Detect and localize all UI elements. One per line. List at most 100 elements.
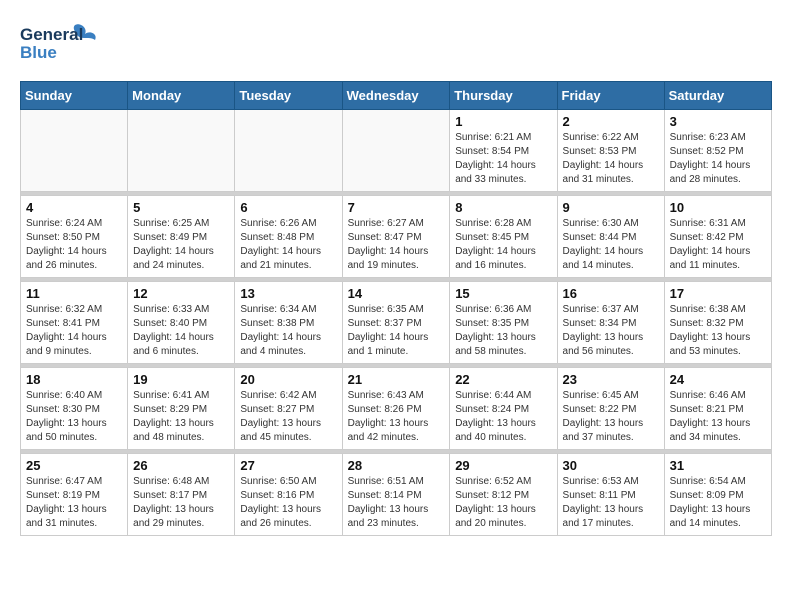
day-info: Sunrise: 6:35 AM Sunset: 8:37 PM Dayligh… — [348, 303, 445, 359]
day-info: Sunrise: 6:45 AM Sunset: 8:22 PM Dayligh… — [563, 389, 659, 445]
day-number: 4 — [26, 200, 122, 215]
day-info: Sunrise: 6:54 AM Sunset: 8:09 PM Dayligh… — [670, 475, 766, 531]
day-number: 3 — [670, 114, 766, 129]
calendar-cell: 6 Sunrise: 6:26 AM Sunset: 8:48 PM Daylig… — [235, 196, 342, 278]
day-info: Sunrise: 6:52 AM Sunset: 8:12 PM Dayligh… — [455, 475, 551, 531]
calendar-cell: 19Sunrise: 6:41 AM Sunset: 8:29 PM Dayli… — [128, 368, 235, 450]
week-row-4: 18 Sunrise: 6:40 AM Sunset: 8:30 PM Dayli… — [21, 368, 772, 450]
day-number: 21 — [348, 372, 445, 387]
logo-svg: GeneralBlue — [20, 20, 100, 65]
calendar-cell: 16 Sunrise: 6:37 AM Sunset: 8:34 PM Dayli… — [557, 282, 664, 364]
day-info: Sunrise: 6:53 AM Sunset: 8:11 PM Dayligh… — [563, 475, 659, 531]
day-info: Sunrise: 6:22 AM Sunset: 8:53 PM Dayligh… — [563, 131, 659, 187]
calendar-cell: 3 Sunrise: 6:23 AM Sunset: 8:52 PM Daylig… — [664, 110, 771, 192]
calendar-cell — [21, 110, 128, 192]
calendar-cell: 15 Sunrise: 6:36 AM Sunset: 8:35 PM Dayli… — [450, 282, 557, 364]
day-number: 12 — [133, 286, 229, 301]
day-number: 15 — [455, 286, 551, 301]
calendar-cell: 4 Sunrise: 6:24 AM Sunset: 8:50 PM Daylig… — [21, 196, 128, 278]
calendar-cell: 5 Sunrise: 6:25 AM Sunset: 8:49 PM Daylig… — [128, 196, 235, 278]
weekday-header-wednesday: Wednesday — [342, 82, 450, 110]
week-row-5: 25Sunrise: 6:47 AM Sunset: 8:19 PM Dayli… — [21, 454, 772, 536]
day-number: 26 — [133, 458, 229, 473]
day-number: 6 — [240, 200, 336, 215]
day-info: Sunrise: 6:44 AM Sunset: 8:24 PM Dayligh… — [455, 389, 551, 445]
calendar-cell — [235, 110, 342, 192]
day-number: 5 — [133, 200, 229, 215]
calendar-cell: 22 Sunrise: 6:44 AM Sunset: 8:24 PM Dayli… — [450, 368, 557, 450]
day-number: 9 — [563, 200, 659, 215]
day-number: 8 — [455, 200, 551, 215]
day-info: Sunrise: 6:37 AM Sunset: 8:34 PM Dayligh… — [563, 303, 659, 359]
day-info: Sunrise: 6:38 AM Sunset: 8:32 PM Dayligh… — [670, 303, 766, 359]
calendar-cell: 27 Sunrise: 6:50 AM Sunset: 8:16 PM Dayli… — [235, 454, 342, 536]
day-number: 20 — [240, 372, 336, 387]
calendar-table: SundayMondayTuesdayWednesdayThursdayFrid… — [20, 81, 772, 536]
calendar-cell: 9 Sunrise: 6:30 AM Sunset: 8:44 PM Daylig… — [557, 196, 664, 278]
day-number: 16 — [563, 286, 659, 301]
calendar-cell: 13 Sunrise: 6:34 AM Sunset: 8:38 PM Dayli… — [235, 282, 342, 364]
day-number: 30 — [563, 458, 659, 473]
weekday-header-saturday: Saturday — [664, 82, 771, 110]
weekday-header-tuesday: Tuesday — [235, 82, 342, 110]
day-info: Sunrise: 6:51 AM Sunset: 8:14 PM Dayligh… — [348, 475, 445, 531]
calendar-cell: 20 Sunrise: 6:42 AM Sunset: 8:27 PM Dayli… — [235, 368, 342, 450]
day-info: Sunrise: 6:42 AM Sunset: 8:27 PM Dayligh… — [240, 389, 336, 445]
day-info: Sunrise: 6:50 AM Sunset: 8:16 PM Dayligh… — [240, 475, 336, 531]
day-info: Sunrise: 6:32 AM Sunset: 8:41 PM Dayligh… — [26, 303, 122, 359]
calendar-cell: 11 Sunrise: 6:32 AM Sunset: 8:41 PM Dayli… — [21, 282, 128, 364]
day-number: 28 — [348, 458, 445, 473]
day-info: Sunrise: 6:30 AM Sunset: 8:44 PM Dayligh… — [563, 217, 659, 273]
day-info: Sunrise: 6:40 AM Sunset: 8:30 PM Dayligh… — [26, 389, 122, 445]
logo: GeneralBlue — [20, 20, 100, 65]
day-number: 27 — [240, 458, 336, 473]
day-number: 11 — [26, 286, 122, 301]
day-info: Sunrise: 6:36 AM Sunset: 8:35 PM Dayligh… — [455, 303, 551, 359]
calendar-cell — [128, 110, 235, 192]
svg-text:General: General — [20, 25, 83, 44]
day-info: Sunrise: 6:26 AM Sunset: 8:48 PM Dayligh… — [240, 217, 336, 273]
day-number: 22 — [455, 372, 551, 387]
day-info: Sunrise: 6:31 AM Sunset: 8:42 PM Dayligh… — [670, 217, 766, 273]
day-info: Sunrise: 6:25 AM Sunset: 8:49 PM Dayligh… — [133, 217, 229, 273]
day-number: 19 — [133, 372, 229, 387]
day-info: Sunrise: 6:21 AM Sunset: 8:54 PM Dayligh… — [455, 131, 551, 187]
calendar-cell: 28 Sunrise: 6:51 AM Sunset: 8:14 PM Dayli… — [342, 454, 450, 536]
day-number: 7 — [348, 200, 445, 215]
day-info: Sunrise: 6:24 AM Sunset: 8:50 PM Dayligh… — [26, 217, 122, 273]
day-number: 24 — [670, 372, 766, 387]
svg-text:Blue: Blue — [20, 43, 57, 62]
weekday-header-row: SundayMondayTuesdayWednesdayThursdayFrid… — [21, 82, 772, 110]
day-number: 17 — [670, 286, 766, 301]
week-row-3: 11 Sunrise: 6:32 AM Sunset: 8:41 PM Dayli… — [21, 282, 772, 364]
weekday-header-monday: Monday — [128, 82, 235, 110]
day-number: 1 — [455, 114, 551, 129]
calendar-cell: 14Sunrise: 6:35 AM Sunset: 8:37 PM Dayli… — [342, 282, 450, 364]
calendar-cell: 24Sunrise: 6:46 AM Sunset: 8:21 PM Dayli… — [664, 368, 771, 450]
day-number: 10 — [670, 200, 766, 215]
day-info: Sunrise: 6:43 AM Sunset: 8:26 PM Dayligh… — [348, 389, 445, 445]
day-info: Sunrise: 6:23 AM Sunset: 8:52 PM Dayligh… — [670, 131, 766, 187]
calendar-cell: 23 Sunrise: 6:45 AM Sunset: 8:22 PM Dayli… — [557, 368, 664, 450]
calendar-cell: 25Sunrise: 6:47 AM Sunset: 8:19 PM Dayli… — [21, 454, 128, 536]
day-number: 25 — [26, 458, 122, 473]
week-row-2: 4 Sunrise: 6:24 AM Sunset: 8:50 PM Daylig… — [21, 196, 772, 278]
day-number: 23 — [563, 372, 659, 387]
day-info: Sunrise: 6:34 AM Sunset: 8:38 PM Dayligh… — [240, 303, 336, 359]
day-number: 18 — [26, 372, 122, 387]
page-header: GeneralBlue — [20, 20, 772, 65]
day-number: 13 — [240, 286, 336, 301]
calendar-cell: 18 Sunrise: 6:40 AM Sunset: 8:30 PM Dayli… — [21, 368, 128, 450]
weekday-header-friday: Friday — [557, 82, 664, 110]
calendar-cell: 30 Sunrise: 6:53 AM Sunset: 8:11 PM Dayli… — [557, 454, 664, 536]
calendar-cell: 21 Sunrise: 6:43 AM Sunset: 8:26 PM Dayli… — [342, 368, 450, 450]
calendar-cell: 8Sunrise: 6:28 AM Sunset: 8:45 PM Daylig… — [450, 196, 557, 278]
day-number: 2 — [563, 114, 659, 129]
calendar-cell: 31 Sunrise: 6:54 AM Sunset: 8:09 PM Dayli… — [664, 454, 771, 536]
day-number: 31 — [670, 458, 766, 473]
day-info: Sunrise: 6:27 AM Sunset: 8:47 PM Dayligh… — [348, 217, 445, 273]
calendar-cell: 10 Sunrise: 6:31 AM Sunset: 8:42 PM Dayli… — [664, 196, 771, 278]
calendar-cell: 2 Sunrise: 6:22 AM Sunset: 8:53 PM Daylig… — [557, 110, 664, 192]
week-row-1: 1 Sunrise: 6:21 AM Sunset: 8:54 PM Daylig… — [21, 110, 772, 192]
calendar-cell: 29Sunrise: 6:52 AM Sunset: 8:12 PM Dayli… — [450, 454, 557, 536]
